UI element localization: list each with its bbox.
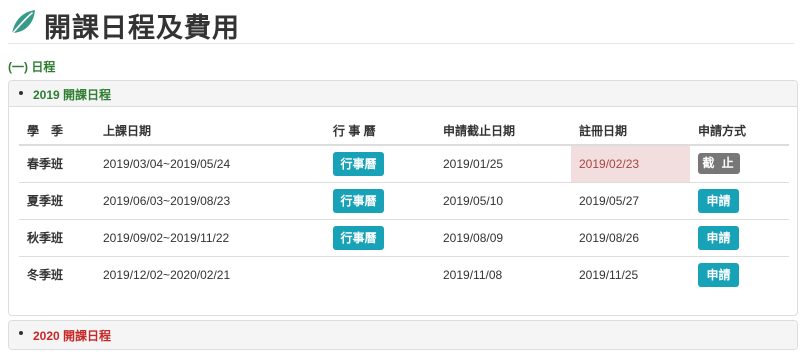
panel-title-2019[interactable]: 2019 開課日程 <box>33 86 111 103</box>
calendar-cell: 行事曆 <box>325 182 435 220</box>
calendar-button[interactable]: 行事曆 <box>333 188 384 213</box>
deadline-cell: 2019/11/08 <box>443 267 503 282</box>
apply-cell: 申請 <box>690 256 789 293</box>
deadline-cell: 2019/05/10 <box>435 182 571 220</box>
deadline-cell: 2019/08/09 <box>435 219 571 257</box>
panel-title-2020[interactable]: 2020 開課日程 <box>33 327 111 344</box>
header-class-dates: 上課日期 <box>95 117 325 146</box>
table-row: 冬季班 2019/12/02~2020/02/21 2019/11/08 201… <box>19 256 789 293</box>
deadline-cell: 2019/01/25 <box>435 145 571 183</box>
apply-button[interactable]: 申請 <box>698 188 739 213</box>
header-calendar: 行 事 曆 <box>325 117 435 146</box>
apply-cell: 申請 <box>690 182 789 220</box>
class-dates-cell: 2019/03/04~2019/05/24 <box>95 145 325 183</box>
header-term: 學 季 <box>19 117 95 146</box>
header-deadline: 申請截止日期 <box>435 117 571 146</box>
calendar-cell-empty <box>325 256 435 293</box>
table-row: 春季班 2019/03/04~2019/05/24 行事曆 2019/01/25… <box>19 145 789 183</box>
panel-heading-2019[interactable]: 2019 開課日程 <box>9 81 797 107</box>
header-registration: 註冊日期 <box>571 117 690 146</box>
registration-cell: 2019/11/25 <box>579 267 639 282</box>
class-dates-cell: 2019/06/03~2019/08/23 <box>95 182 325 220</box>
apply-cell: 截 止 <box>690 145 789 183</box>
bullet-icon <box>19 331 23 335</box>
term-cell: 春季班 <box>19 145 95 183</box>
header-apply: 申請方式 <box>690 117 789 146</box>
schedule-table: 學 季 上課日期 行 事 曆 申請截止日期 註冊日期 申請方式 春季班 2019… <box>19 117 789 293</box>
section-label: (一) 日程 <box>8 60 56 74</box>
closed-badge: 截 止 <box>698 153 740 175</box>
table-row: 秋季班 2019/09/02~2019/11/22 行事曆 2019/08/09… <box>19 219 789 257</box>
page-header: 開課日程及費用 <box>8 4 794 44</box>
registration-cell-highlight: 2019/02/23 <box>571 145 690 183</box>
apply-cell: 申請 <box>690 219 789 257</box>
term-cell: 秋季班 <box>19 219 95 257</box>
calendar-button[interactable]: 行事曆 <box>333 225 384 250</box>
calendar-cell: 行事曆 <box>325 219 435 257</box>
leaf-icon <box>11 10 35 35</box>
registration-cell: 2019/08/26 <box>571 219 690 257</box>
registration-cell: 2019/05/27 <box>571 182 690 220</box>
table-row: 夏季班 2019/06/03~2019/08/23 行事曆 2019/05/10… <box>19 182 789 220</box>
term-cell: 冬季班 <box>27 268 64 283</box>
panel-2019-schedule: 2019 開課日程 學 季 上課日期 行 事 曆 申請截止日期 註冊日期 申請方… <box>8 80 798 316</box>
apply-button[interactable]: 申請 <box>698 225 739 250</box>
apply-button[interactable]: 申請 <box>698 262 739 287</box>
calendar-cell: 行事曆 <box>325 145 435 183</box>
class-dates-cell: 2019/12/02~2020/02/21 <box>103 267 231 282</box>
class-dates-cell: 2019/09/02~2019/11/22 <box>95 219 325 257</box>
table-header-row: 學 季 上課日期 行 事 曆 申請截止日期 註冊日期 申請方式 <box>19 117 789 146</box>
page-title: 開課日程及費用 <box>44 13 240 44</box>
calendar-button[interactable]: 行事曆 <box>333 151 384 176</box>
panel-2020-schedule: 2020 開課日程 <box>8 320 798 350</box>
term-cell: 夏季班 <box>19 182 95 220</box>
panel-heading-2020[interactable]: 2020 開課日程 <box>9 321 797 349</box>
bullet-icon <box>19 91 23 95</box>
